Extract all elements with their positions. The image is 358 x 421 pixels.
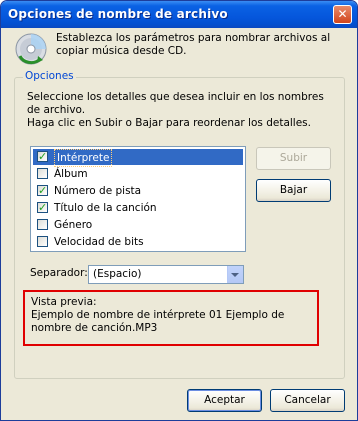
- checkmark-icon: ✓: [38, 150, 48, 163]
- detail-label: Género: [54, 219, 93, 231]
- detail-item-album[interactable]: Álbum: [33, 166, 243, 182]
- detail-item-numero-pista[interactable]: ✓ Número de pista: [33, 183, 243, 199]
- options-group-legend: Opciones: [23, 70, 76, 82]
- detail-label: Intérprete: [54, 149, 113, 167]
- detail-item-titulo-cancion[interactable]: ✓ Título de la canción: [33, 200, 243, 216]
- detail-checkbox-interprete[interactable]: ✓: [37, 150, 48, 163]
- checkmark-icon: ✓: [38, 201, 48, 214]
- window-title: Opciones de nombre de archivo: [8, 7, 228, 21]
- close-button[interactable]: ✕: [333, 5, 352, 24]
- cancel-button[interactable]: Cancelar: [270, 389, 345, 412]
- separator-label: Separador:: [30, 267, 88, 279]
- detail-checkbox-album[interactable]: [37, 168, 48, 179]
- details-listbox[interactable]: ✓ Intérprete Álbum ✓ Número de pista ✓ T…: [30, 146, 246, 252]
- detail-checkbox-titulo-cancion[interactable]: ✓: [37, 201, 48, 214]
- detail-label: Álbum: [54, 168, 88, 180]
- title-bar[interactable]: Opciones de nombre de archivo ✕: [1, 1, 357, 28]
- detail-checkbox-genero[interactable]: [37, 219, 48, 230]
- header-description: Establezca los parámetros para nombrar a…: [56, 32, 331, 57]
- detail-label: Número de pista: [54, 185, 142, 197]
- instructions: Seleccione los detalles que desea inclui…: [27, 91, 327, 130]
- move-down-button[interactable]: Bajar: [256, 179, 331, 202]
- preview-box: Vista previa: Ejemplo de nombre de intér…: [23, 290, 319, 346]
- instruction-select-details: Seleccione los detalles que desea inclui…: [27, 91, 324, 116]
- detail-label: Velocidad de bits: [54, 236, 144, 248]
- separator-select[interactable]: (Espacio): [88, 265, 244, 284]
- move-up-button[interactable]: Subir: [256, 147, 331, 170]
- detail-checkbox-numero-pista[interactable]: ✓: [37, 184, 48, 197]
- cd-burn-icon: [15, 33, 47, 65]
- separator-value: (Espacio): [93, 268, 142, 280]
- detail-item-interprete[interactable]: ✓ Intérprete: [33, 149, 243, 167]
- detail-item-genero[interactable]: Género: [33, 217, 243, 233]
- instruction-reorder: Haga clic en Subir o Bajar para reordena…: [27, 117, 311, 129]
- accept-button[interactable]: Aceptar: [187, 389, 262, 412]
- preview-label: Vista previa:: [31, 296, 97, 308]
- chevron-down-icon[interactable]: [227, 266, 243, 283]
- checkmark-icon: ✓: [38, 184, 48, 197]
- close-icon: ✕: [337, 7, 348, 21]
- detail-label: Título de la canción: [54, 202, 157, 214]
- detail-checkbox-velocidad-bits[interactable]: [37, 236, 48, 247]
- detail-item-velocidad-bits[interactable]: Velocidad de bits: [33, 234, 243, 250]
- file-naming-options-dialog: Opciones de nombre de archivo ✕ Establez…: [0, 0, 358, 421]
- preview-text: Ejemplo de nombre de intérprete 01 Ejemp…: [31, 309, 285, 334]
